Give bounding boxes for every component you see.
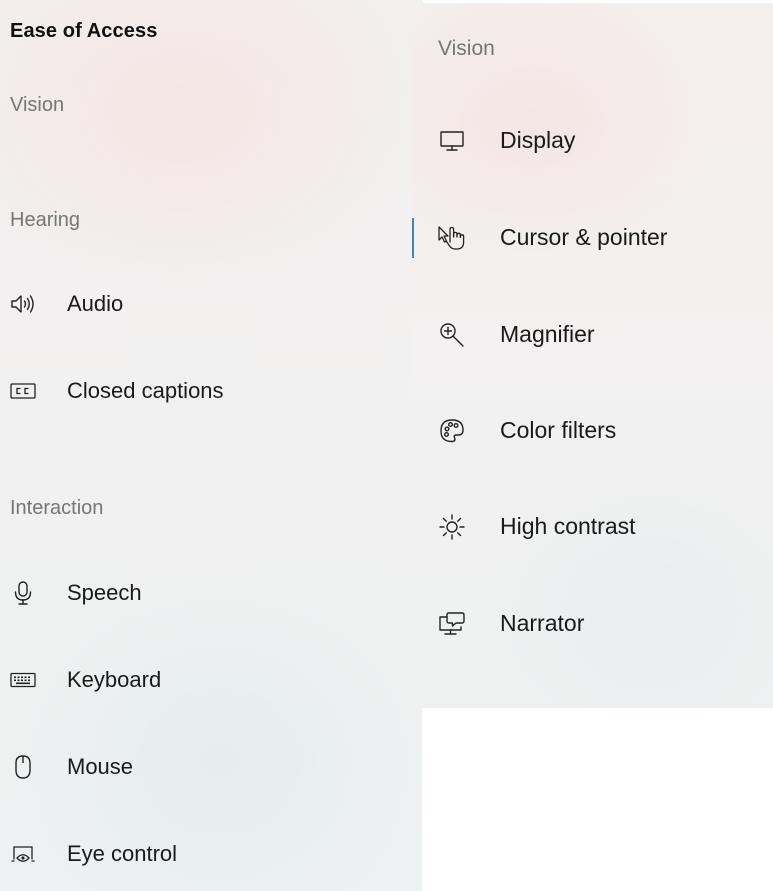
navigation-pane: Ease of Access Vision Hearing Audio Clos…	[0, 0, 422, 891]
closed-captions-icon	[10, 379, 36, 403]
nav-item-keyboard[interactable]: Keyboard	[0, 652, 422, 708]
magnifier-icon	[436, 321, 468, 349]
hand-pointer-icon	[436, 224, 468, 252]
flyout-item-label: Narrator	[500, 610, 585, 636]
selection-indicator	[412, 218, 414, 258]
eye-control-icon	[10, 842, 36, 866]
narrator-icon	[436, 610, 468, 638]
nav-item-label: Keyboard	[67, 667, 162, 692]
section-header-hearing: Hearing	[10, 209, 81, 231]
page-title: Ease of Access	[10, 20, 158, 42]
flyout-item-narrator[interactable]: Narrator	[412, 594, 773, 654]
flyout-item-cursor-pointer[interactable]: Cursor & pointer	[412, 208, 773, 268]
nav-item-label: Eye control	[67, 841, 178, 866]
flyout-header: Vision	[438, 37, 495, 60]
nav-item-mouse[interactable]: Mouse	[0, 739, 422, 795]
nav-item-label: Closed captions	[67, 378, 224, 403]
sun-icon	[436, 513, 468, 541]
section-header-interaction: Interaction	[10, 497, 104, 519]
flyout-item-label: Display	[500, 127, 576, 153]
palette-icon	[436, 417, 468, 445]
microphone-icon	[10, 581, 36, 605]
keyboard-icon	[10, 668, 36, 692]
flyout-item-high-contrast[interactable]: High contrast	[412, 497, 773, 557]
mouse-icon	[10, 755, 36, 779]
flyout-item-display[interactable]: Display	[412, 111, 773, 171]
flyout-item-label: Magnifier	[500, 321, 595, 347]
flyout-item-label: Color filters	[500, 417, 617, 443]
nav-item-label: Audio	[67, 291, 124, 316]
nav-item-audio[interactable]: Audio	[0, 276, 422, 332]
flyout-item-magnifier[interactable]: Magnifier	[412, 305, 773, 365]
flyout-item-color-filters[interactable]: Color filters	[412, 401, 773, 461]
settings-window: Ease of Access Vision Hearing Audio Clos…	[0, 0, 773, 891]
monitor-icon	[436, 127, 468, 155]
nav-item-label: Mouse	[67, 754, 134, 779]
nav-item-speech[interactable]: Speech	[0, 565, 422, 621]
vision-flyout-menu: Vision Display Cursor & pointer Magnifie…	[412, 3, 773, 708]
section-header-vision[interactable]: Vision	[10, 94, 64, 117]
speaker-icon	[10, 292, 36, 316]
nav-item-label: Speech	[67, 580, 142, 605]
flyout-item-label: High contrast	[500, 513, 636, 539]
nav-item-eye-control[interactable]: Eye control	[0, 826, 422, 882]
flyout-item-label: Cursor & pointer	[500, 224, 668, 250]
nav-item-closed-captions[interactable]: Closed captions	[0, 363, 422, 419]
